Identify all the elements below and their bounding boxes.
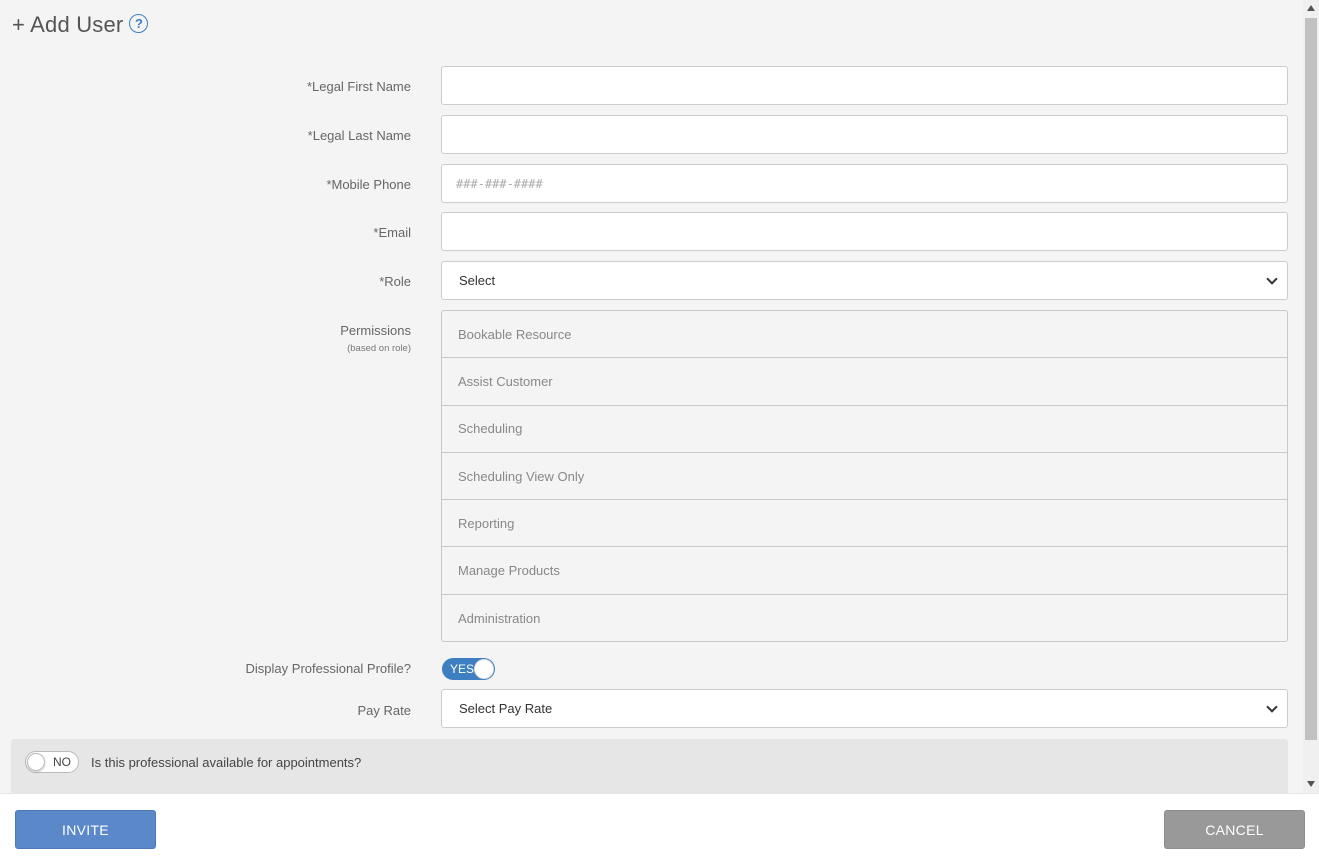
role-label: *Role xyxy=(379,274,411,289)
scroll-down-arrow-icon[interactable] xyxy=(1307,781,1315,787)
first-name-label: *Legal First Name xyxy=(306,79,411,94)
display-profile-toggle-text: YES xyxy=(450,662,475,676)
permission-item: Administration xyxy=(458,610,541,626)
role-select-value: Select xyxy=(459,273,496,288)
display-profile-toggle[interactable]: YES xyxy=(442,658,495,680)
footer: INVITE CANCEL xyxy=(0,793,1319,860)
chevron-down-icon xyxy=(1266,700,1278,713)
invite-button[interactable]: INVITE xyxy=(15,810,156,849)
chevron-down-icon xyxy=(1266,272,1278,285)
permissions-sublabel: (based on role) xyxy=(347,343,411,354)
pay-rate-select[interactable]: Select Pay Rate xyxy=(441,689,1288,728)
availability-panel: NO Is this professional available for ap… xyxy=(11,739,1288,793)
permissions-list: Bookable Resource Assist Customer Schedu… xyxy=(441,310,1288,642)
cancel-button[interactable]: CANCEL xyxy=(1164,810,1305,849)
mobile-phone-field[interactable] xyxy=(441,164,1288,203)
toggle-knob xyxy=(27,753,45,771)
availability-question: Is this professional available for appoi… xyxy=(91,755,362,770)
permissions-label-text: Permissions xyxy=(340,323,411,338)
permission-item: Bookable Resource xyxy=(442,311,1287,359)
last-name-field[interactable] xyxy=(441,115,1288,154)
last-name-label: *Legal Last Name xyxy=(307,128,411,143)
permission-item: Reporting xyxy=(442,500,1287,548)
header: + Add User ? xyxy=(12,10,149,40)
permissions-label: Permissions (based on role) xyxy=(340,323,411,354)
availability-toggle-text: NO xyxy=(53,755,71,769)
pay-rate-select-value: Select Pay Rate xyxy=(459,701,553,716)
add-user-form: + Add User ? *Legal First Name *Legal La… xyxy=(0,0,1303,793)
role-select[interactable]: Select xyxy=(441,261,1288,300)
permission-item: Scheduling xyxy=(442,406,1287,453)
mobile-phone-label: *Mobile Phone xyxy=(326,177,411,192)
availability-toggle[interactable]: NO xyxy=(25,751,79,773)
first-name-field[interactable] xyxy=(441,66,1288,105)
pay-rate-label: Pay Rate xyxy=(357,703,411,718)
scroll-up-arrow-icon[interactable] xyxy=(1307,5,1315,11)
permission-item: Assist Customer xyxy=(442,358,1287,406)
display-profile-label: Display Professional Profile? xyxy=(245,661,411,676)
scrollbar-thumb[interactable] xyxy=(1305,18,1317,740)
page-title: + Add User xyxy=(12,12,124,37)
permission-item: Scheduling View Only xyxy=(442,453,1287,501)
email-label: *Email xyxy=(373,225,411,240)
question-circle-icon[interactable]: ? xyxy=(129,13,149,33)
email-field[interactable] xyxy=(441,212,1288,251)
permission-item: Manage Products xyxy=(442,547,1287,595)
toggle-knob xyxy=(474,659,494,679)
vertical-scrollbar[interactable] xyxy=(1303,0,1319,793)
